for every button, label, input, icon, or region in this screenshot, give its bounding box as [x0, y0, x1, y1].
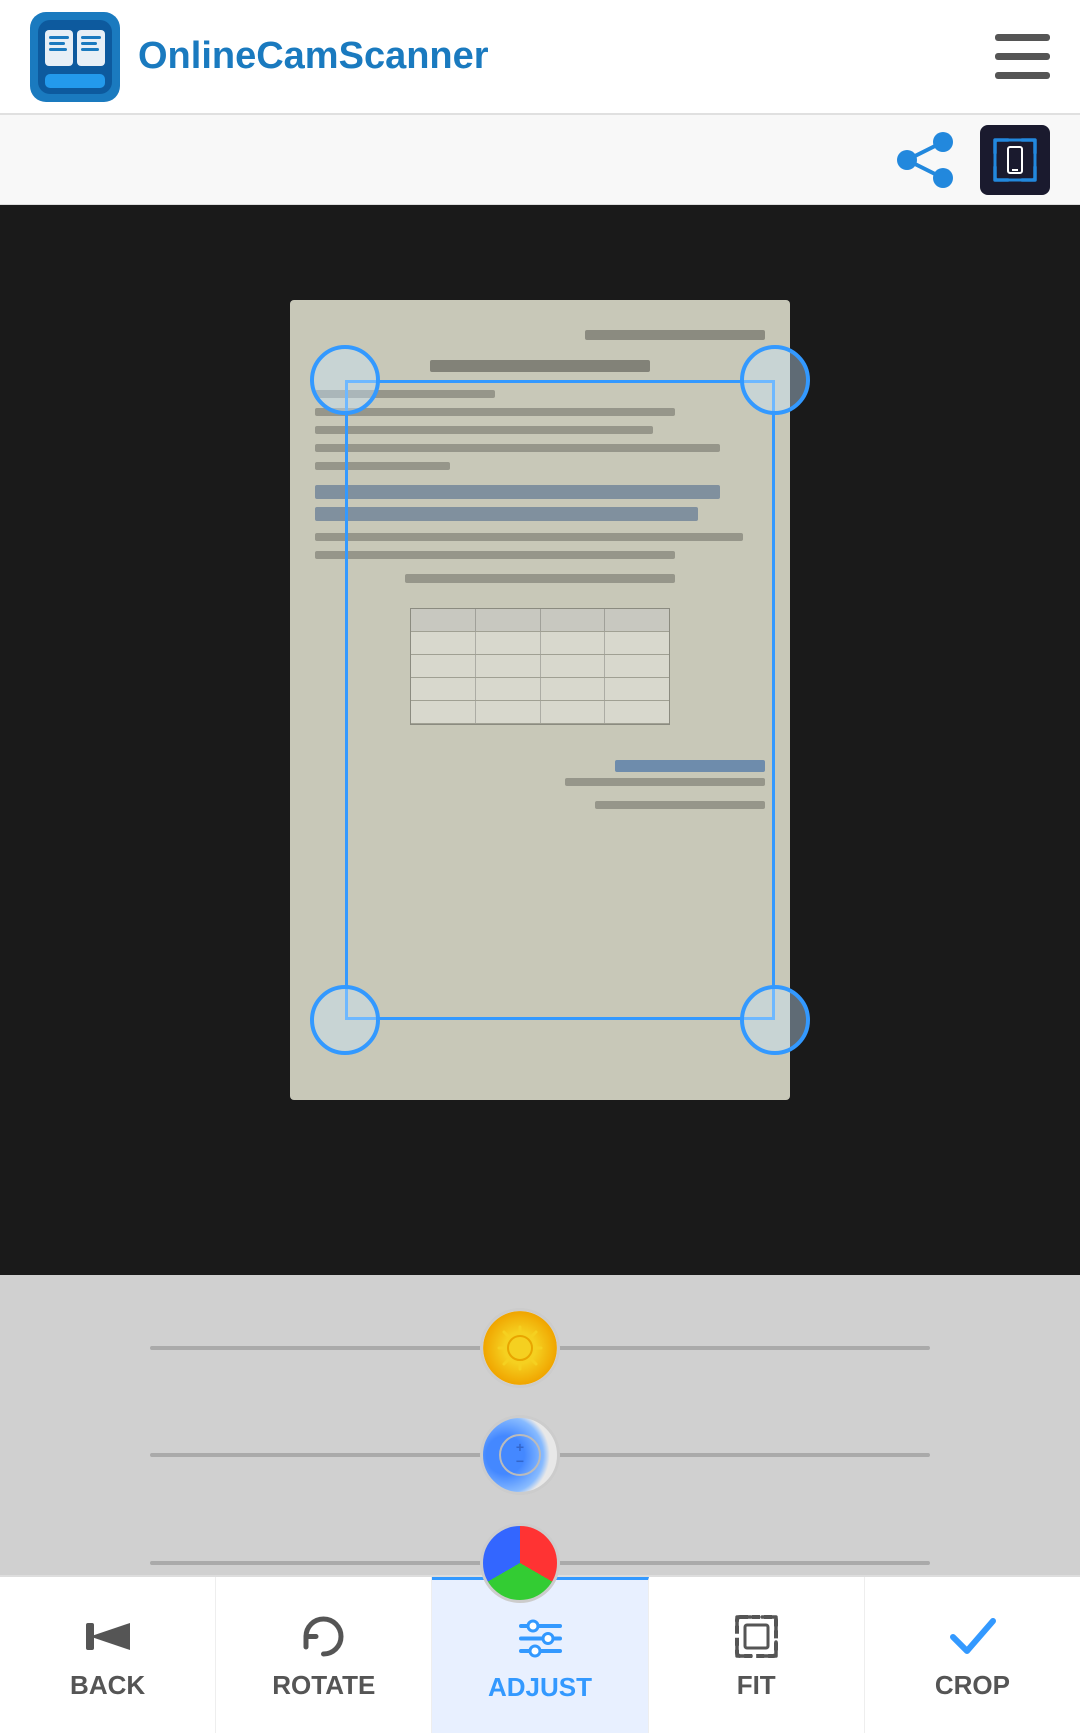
doc-line-6	[315, 533, 743, 541]
nav-crop[interactable]: CROP	[865, 1577, 1080, 1733]
scanned-document	[290, 300, 790, 1100]
crop-handle-top-right[interactable]	[740, 345, 810, 415]
nav-adjust[interactable]: ADJUST	[432, 1577, 648, 1733]
crop-label: CROP	[935, 1670, 1010, 1701]
back-label: BACK	[70, 1670, 145, 1701]
table-cell	[605, 701, 669, 723]
doc-line-3	[315, 426, 653, 434]
table-cell	[605, 678, 669, 700]
table-cell	[411, 701, 476, 723]
back-icon	[80, 1609, 135, 1664]
nav-back[interactable]: BACK	[0, 1577, 216, 1733]
table-cell	[476, 678, 541, 700]
table-cell	[476, 701, 541, 723]
doc-line-7	[315, 551, 675, 559]
share-button[interactable]	[890, 125, 960, 195]
brightness-slider-row	[0, 1303, 1080, 1393]
table-cell	[541, 678, 606, 700]
table-cell	[541, 609, 606, 631]
crop-handle-top-left[interactable]	[310, 345, 380, 415]
handwritten-line-1	[315, 485, 720, 499]
crop-icon	[945, 1609, 1000, 1664]
table-cell	[605, 632, 669, 654]
table-cell	[541, 701, 606, 723]
fit-label: FIT	[737, 1670, 776, 1701]
rotate-label: ROTATE	[272, 1670, 375, 1701]
nav-rotate[interactable]: ROTATE	[216, 1577, 432, 1733]
table-cell	[411, 609, 476, 631]
brightness-slider-handle[interactable]	[480, 1308, 560, 1388]
adjust-icon	[513, 1611, 568, 1666]
fullscreen-button[interactable]	[980, 125, 1050, 195]
svg-text:−: −	[516, 1453, 524, 1469]
rotate-icon	[296, 1609, 351, 1664]
handwritten-line-2	[315, 507, 698, 521]
doc-title-line	[430, 360, 650, 372]
doc-date-line	[585, 330, 765, 340]
brightness-icon	[497, 1325, 543, 1371]
exposure-icon: + −	[497, 1432, 543, 1478]
table-cell	[476, 632, 541, 654]
phone-line	[595, 801, 765, 809]
signature-line	[615, 760, 765, 772]
table-cell	[541, 655, 606, 677]
table-cell	[411, 632, 476, 654]
doc-line-5	[315, 462, 450, 470]
adjust-label: ADJUST	[488, 1672, 592, 1703]
nav-fit[interactable]: FIT	[649, 1577, 865, 1733]
main-image-area	[0, 205, 1080, 1275]
logo-icon	[30, 12, 120, 102]
header: OnlineCamScanner	[0, 0, 1080, 115]
logo-area: OnlineCamScanner	[30, 12, 489, 102]
table-cell	[605, 655, 669, 677]
doc-subtitle	[405, 574, 675, 583]
crop-handle-bottom-right[interactable]	[740, 985, 810, 1055]
table-cell	[411, 678, 476, 700]
doc-table	[410, 608, 670, 725]
document-container	[290, 300, 790, 1100]
name-line	[565, 778, 765, 786]
hamburger-button[interactable]	[995, 34, 1050, 79]
table-cell	[605, 609, 669, 631]
table-row	[411, 632, 669, 655]
toolbar	[0, 115, 1080, 205]
table-cell	[541, 632, 606, 654]
table-cell	[411, 655, 476, 677]
table-header-row	[411, 609, 669, 632]
exposure-slider-row: + −	[0, 1410, 1080, 1500]
logo-text: OnlineCamScanner	[138, 35, 489, 78]
fit-icon	[729, 1609, 784, 1664]
bottom-navigation: BACK ROTATE ADJUST	[0, 1575, 1080, 1733]
exposure-slider-handle[interactable]: + −	[480, 1415, 560, 1495]
doc-line-2	[315, 408, 675, 416]
fullscreen-icon	[990, 135, 1040, 185]
color-slider-handle[interactable]	[480, 1523, 560, 1603]
crop-handle-bottom-left[interactable]	[310, 985, 380, 1055]
table-row	[411, 701, 669, 724]
table-cell	[476, 609, 541, 631]
table-row	[411, 655, 669, 678]
table-cell	[476, 655, 541, 677]
share-icon	[895, 130, 955, 190]
table-row	[411, 678, 669, 701]
doc-line-4	[315, 444, 720, 452]
